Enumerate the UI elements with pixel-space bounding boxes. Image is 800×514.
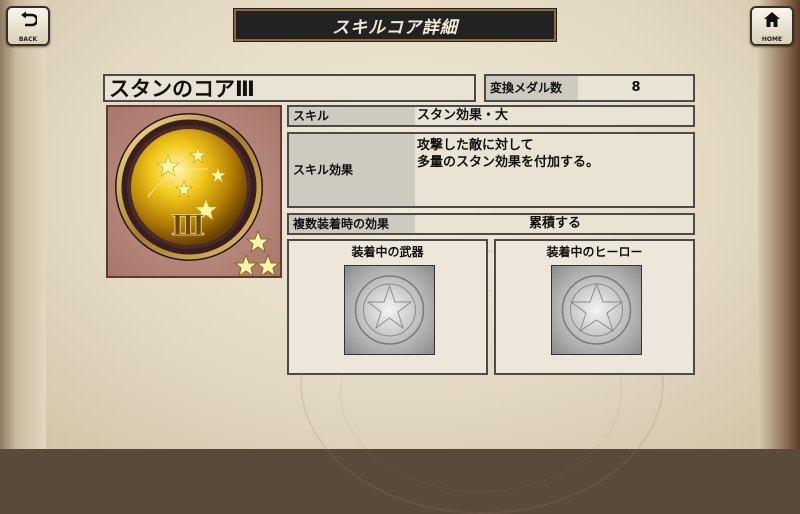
back-arrow-icon bbox=[21, 11, 37, 27]
skill-effect-row: スキル効果 攻撃した敵に対して 多量のスタン効果を付加する。 bbox=[287, 132, 695, 208]
equipped-weapon-title: 装着中の武器 bbox=[351, 245, 424, 259]
stacking-effect-value: 累積する bbox=[528, 216, 581, 231]
stacking-effect-label: 複数装着時の効果 bbox=[289, 215, 415, 233]
empty-slot-emblem-icon bbox=[354, 275, 425, 345]
equipped-hero-title: 装着中のヒーロー bbox=[546, 245, 643, 259]
hero-slot[interactable] bbox=[551, 265, 642, 355]
rarity-star-icon bbox=[255, 253, 281, 278]
home-button[interactable]: HOME bbox=[750, 6, 794, 46]
medal-count-row: 変換メダル数 8 bbox=[484, 74, 695, 102]
back-button[interactable]: BACK bbox=[6, 6, 50, 46]
core-rank-numeral: Ⅲ bbox=[171, 209, 205, 242]
stun-core-orb-icon: Ⅲ bbox=[115, 113, 281, 278]
skill-value: スタン効果・大 bbox=[417, 108, 509, 123]
weapon-slot[interactable] bbox=[344, 265, 435, 355]
back-label: BACK bbox=[18, 36, 38, 43]
skill-effect-line2: 多量のスタン効果を付加する。 bbox=[417, 155, 600, 170]
book-right-edge bbox=[758, 0, 800, 449]
skill-row: スキル スタン効果・大 bbox=[287, 105, 695, 127]
medal-count-value: 8 bbox=[631, 80, 641, 95]
empty-slot-emblem-icon bbox=[561, 275, 632, 345]
home-icon bbox=[764, 12, 780, 27]
skill-label: スキル bbox=[289, 107, 415, 125]
home-label: HOME bbox=[761, 36, 783, 43]
screen-title: スキルコア詳細 bbox=[332, 17, 458, 38]
core-name: スタンのコアⅢ bbox=[109, 77, 255, 101]
skill-effect-label: スキル効果 bbox=[289, 134, 415, 206]
rarity-star-icon bbox=[233, 253, 259, 278]
equipped-weapon-panel: 装着中の武器 bbox=[287, 239, 488, 375]
screen-title-bar: スキルコア詳細 bbox=[234, 9, 556, 41]
core-image-frame: Ⅲ bbox=[106, 105, 282, 278]
skill-effect-line1: 攻撃した敵に対して bbox=[417, 138, 534, 153]
equipped-hero-panel: 装着中のヒーロー bbox=[494, 239, 695, 375]
stacking-effect-row: 複数装着時の効果 累積する bbox=[287, 213, 695, 235]
rarity-star-icon bbox=[245, 229, 271, 254]
medal-count-label: 変換メダル数 bbox=[486, 76, 578, 100]
book-left-edge bbox=[0, 0, 46, 449]
core-name-box: スタンのコアⅢ bbox=[103, 74, 476, 102]
